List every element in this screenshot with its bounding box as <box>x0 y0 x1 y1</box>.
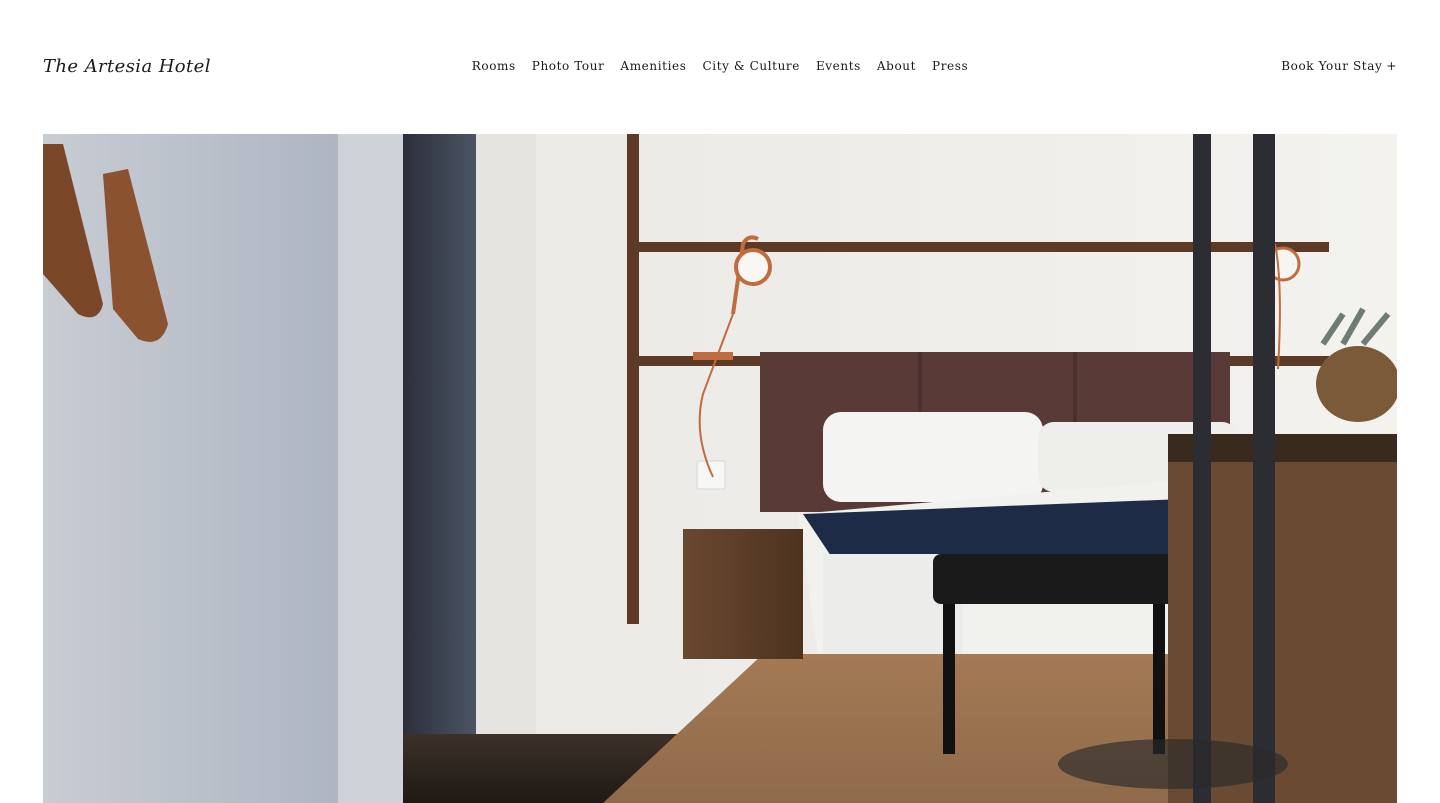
site-header: The Artesia Hotel Rooms Photo Tour Ameni… <box>43 44 1397 88</box>
plus-icon: + <box>1386 59 1397 73</box>
nav-item-rooms[interactable]: Rooms <box>472 59 516 73</box>
main-nav: Rooms Photo Tour Amenities City & Cultur… <box>472 59 969 73</box>
book-your-stay-label: Book Your Stay <box>1281 59 1383 73</box>
book-your-stay-button[interactable]: Book Your Stay + <box>1281 59 1397 73</box>
nav-item-photo-tour[interactable]: Photo Tour <box>532 59 605 73</box>
nav-item-amenities[interactable]: Amenities <box>620 59 686 73</box>
hero-photo-illustration <box>43 134 1397 803</box>
brand-logo[interactable]: The Artesia Hotel <box>43 56 211 77</box>
nav-item-about[interactable]: About <box>877 59 916 73</box>
nav-item-events[interactable]: Events <box>816 59 861 73</box>
hero-image <box>43 134 1397 803</box>
nav-item-city-culture[interactable]: City & Culture <box>702 59 799 73</box>
nav-item-press[interactable]: Press <box>932 59 968 73</box>
